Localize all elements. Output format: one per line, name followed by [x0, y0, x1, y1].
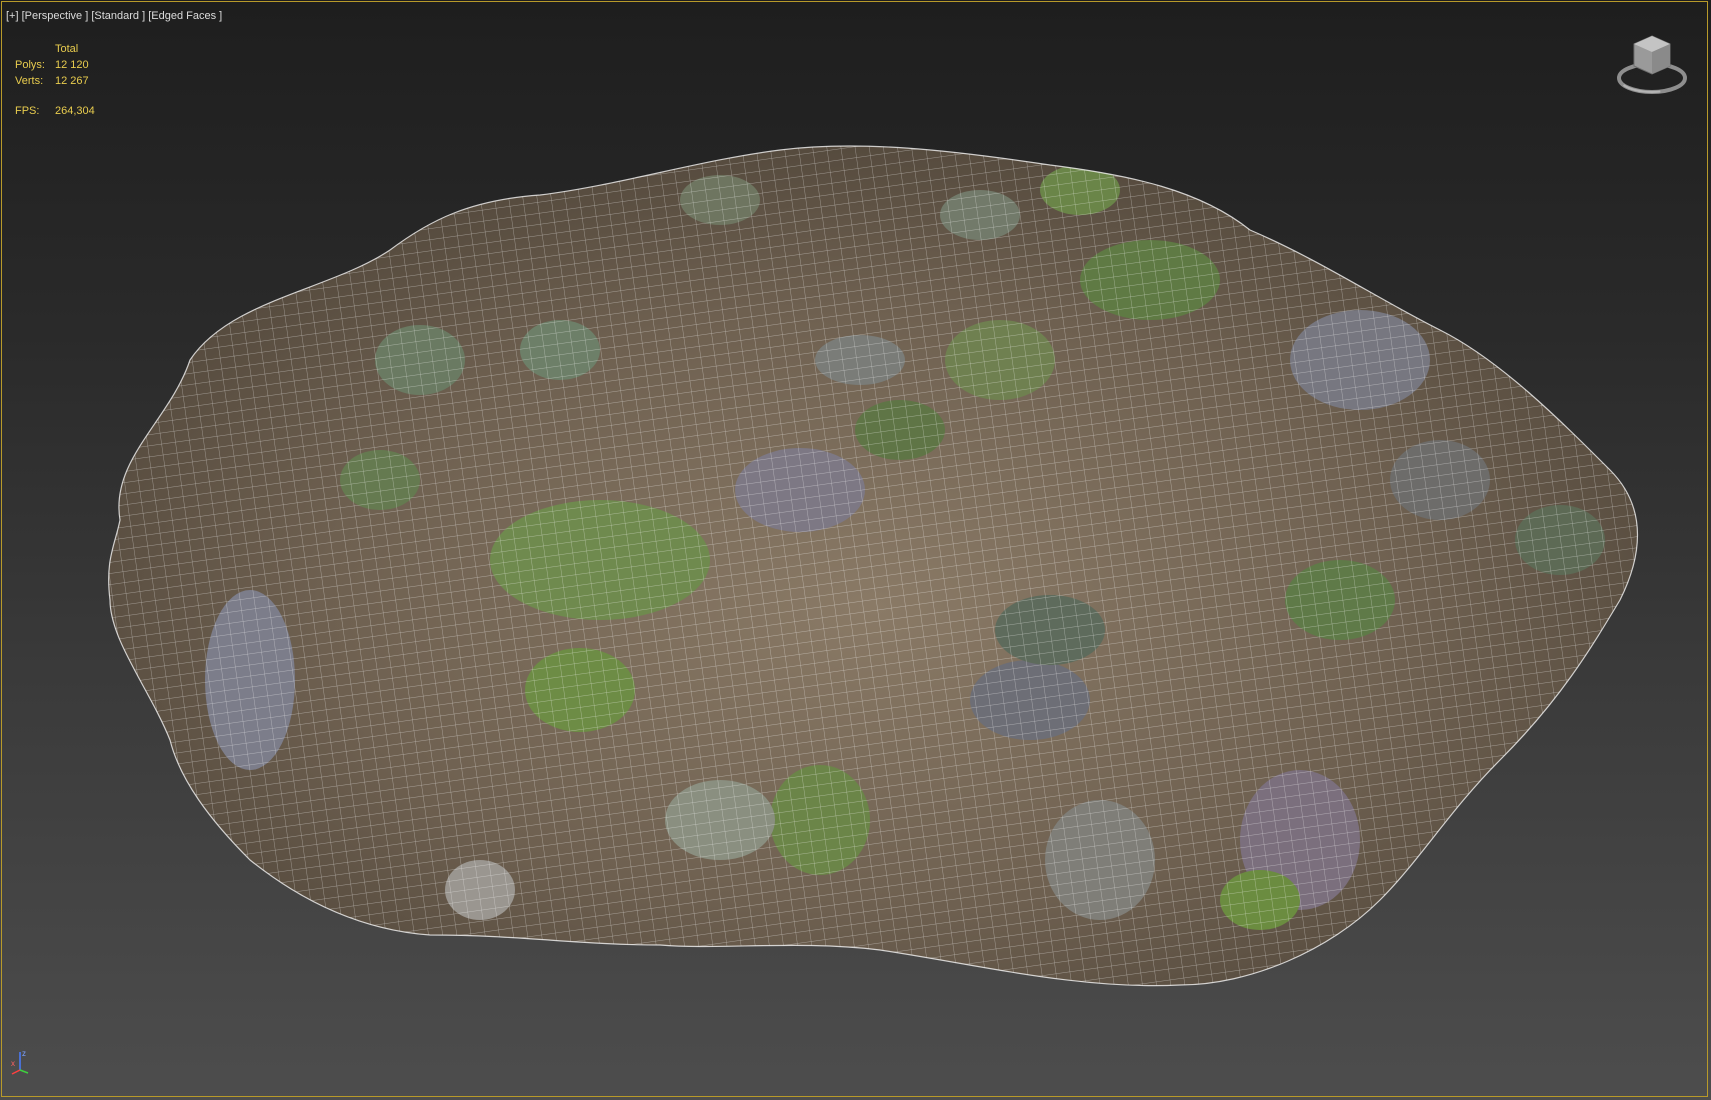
polys-label: Polys: — [15, 59, 45, 71]
verts-label: Verts: — [15, 75, 44, 87]
rock-cluster — [108, 145, 1638, 986]
stats-header: Total — [55, 43, 79, 55]
verts-value: 12 267 — [55, 75, 89, 87]
scan-mesh-model[interactable] — [0, 0, 1711, 1100]
viewport-menu-plus[interactable]: [+] — [6, 10, 19, 22]
viewport-menu-standard[interactable]: [Standard ] — [91, 10, 145, 22]
fps-label: FPS: — [15, 105, 40, 117]
statistics-overlay: Total Polys: 12 120 Verts: 12 267 FPS: 264,… — [15, 41, 95, 119]
axis-tripod-icon: x z — [11, 1049, 29, 1075]
axis-z-label: z — [22, 1049, 26, 1058]
fps-value: 264,304 — [55, 105, 95, 117]
viewport-label: [+] [Perspective ] [Standard ] [Edged Fa… — [6, 10, 222, 22]
polys-value: 12 120 — [55, 59, 89, 71]
viewcube-icon[interactable] — [1614, 34, 1690, 100]
viewport-menu-pov[interactable]: [Perspective ] — [22, 10, 89, 22]
viewport-menu-shading[interactable]: [Edged Faces ] — [148, 10, 222, 22]
axis-x-label: x — [11, 1059, 15, 1068]
